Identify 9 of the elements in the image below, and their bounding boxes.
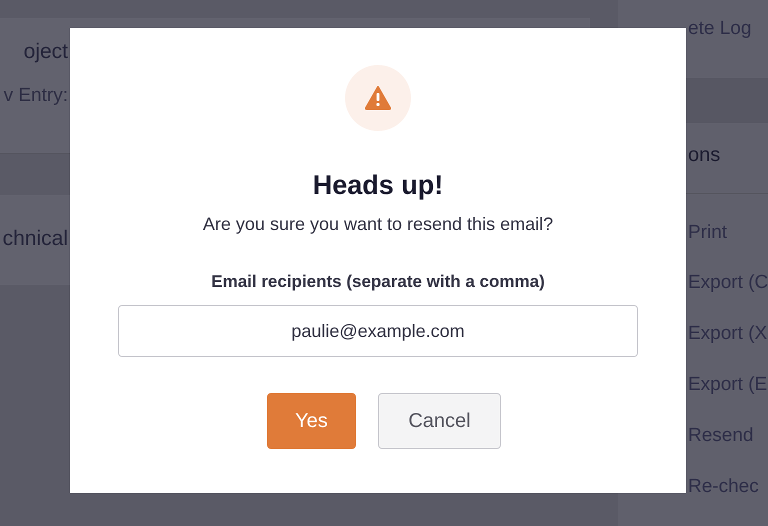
cancel-button[interactable]: Cancel: [378, 393, 501, 449]
panel-heading: ons: [688, 144, 720, 167]
dialog-title: Heads up!: [312, 169, 444, 201]
background-text: oject: [24, 40, 68, 64]
dialog-message: Are you sure you want to resend this email?: [202, 213, 554, 235]
input-field[interactable]: paulie@example.com: [118, 305, 638, 357]
background-text: chnical: [2, 227, 68, 251]
confirm-button[interactable]: Yes: [267, 393, 356, 449]
field-label: Email recipients (separate with a comma): [211, 271, 545, 293]
